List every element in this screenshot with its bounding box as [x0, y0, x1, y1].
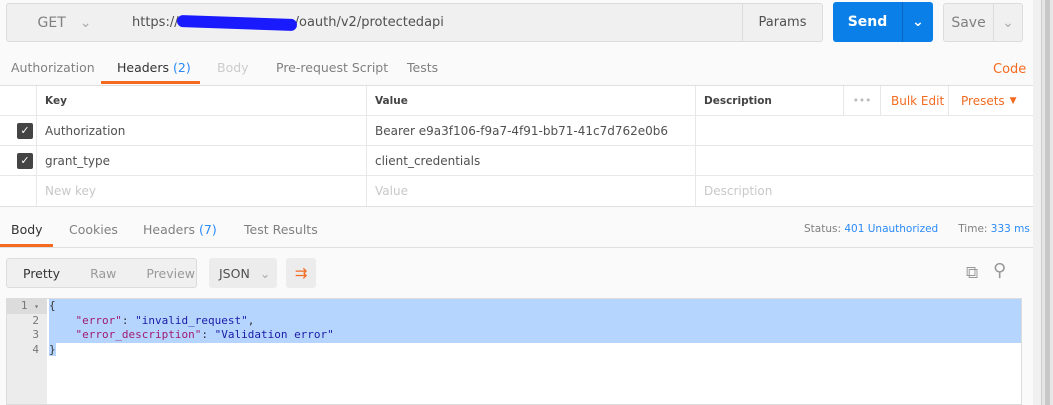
scrollbar-thumb[interactable]	[1045, 0, 1050, 405]
tab-headers[interactable]: Headers (2)	[117, 60, 191, 75]
time-value: 333 ms	[990, 223, 1030, 235]
copy-icon[interactable]: ⧉	[966, 263, 978, 283]
row-checkbox[interactable]: ✓	[17, 122, 33, 139]
pretty-button[interactable]: Pretty	[23, 266, 60, 281]
status-label: Status:	[804, 223, 841, 235]
table-row: ✓ grant_type client_credentials	[0, 146, 1033, 176]
url-prefix: https://	[132, 15, 179, 30]
send-label: Send	[847, 14, 888, 30]
url-input[interactable]: https:// /oauth/v2/protectedapi	[122, 3, 743, 42]
send-button[interactable]: Send ⌄	[833, 2, 933, 42]
caret-down-icon: ▼	[1009, 95, 1017, 106]
code-link[interactable]: Code	[993, 62, 1026, 77]
format-label: JSON	[219, 265, 250, 281]
bulk-edit-button[interactable]: Bulk Edit	[880, 86, 948, 115]
line-number: 1 ▾	[7, 299, 47, 314]
column-key: Key	[36, 86, 366, 115]
more-options-icon[interactable]: •••	[843, 86, 880, 115]
chevron-down-icon: ⌄	[259, 265, 271, 281]
response-tab-cookies[interactable]: Cookies	[69, 222, 118, 237]
value-cell[interactable]: Bearer e9a3f106-f9a7-4f91-bb71-41c7d762e…	[366, 116, 695, 145]
tab-label: Headers	[143, 222, 196, 237]
table-row-new: New key Value Description	[0, 176, 1033, 206]
headers-table: Key Value Description ••• Bulk Edit Pres…	[0, 85, 1033, 207]
chevron-down-icon: ⌄	[79, 14, 92, 31]
save-button[interactable]: Save ⌄	[943, 3, 1023, 42]
code-line: "error": "invalid_request",	[49, 313, 1021, 328]
scrollbar[interactable]	[1041, 0, 1053, 405]
response-tab-headers[interactable]: Headers (7)	[143, 222, 217, 237]
tab-label: Headers	[117, 60, 170, 75]
code-line: {	[49, 299, 1021, 314]
send-dropdown-chevron-icon[interactable]: ⌄	[902, 2, 933, 42]
divider	[0, 247, 1033, 248]
time-label: Time:	[958, 223, 988, 235]
search-icon[interactable]: ⚲	[993, 260, 1006, 281]
method-label: GET	[37, 14, 66, 31]
key-cell[interactable]: Authorization	[36, 116, 366, 145]
column-description: Description	[695, 86, 843, 115]
line-gutter: 1 ▾ 2 3 4	[7, 299, 47, 404]
tab-body[interactable]: Body	[217, 60, 249, 75]
raw-button[interactable]: Raw	[90, 266, 116, 281]
wrap-lines-icon[interactable]: ⇉	[286, 258, 316, 288]
url-suffix: /oauth/v2/protectedapi	[294, 15, 444, 30]
params-button[interactable]: Params	[742, 3, 823, 42]
code-line: "error_description": "Validation error"	[49, 328, 1021, 343]
save-dropdown-chevron-icon[interactable]: ⌄	[993, 4, 1022, 41]
redaction-scribble	[176, 14, 297, 31]
response-body-editor[interactable]: 1 ▾ 2 3 4 { "error": "invalid_request", …	[6, 298, 1022, 405]
active-response-tab-indicator	[0, 244, 53, 247]
presets-label: Presets	[961, 93, 1005, 108]
row-checkbox[interactable]: ✓	[17, 152, 33, 169]
new-description-input[interactable]: Description	[695, 176, 1033, 206]
panel-border	[1033, 0, 1041, 405]
format-select[interactable]: JSON ⌄	[209, 258, 277, 288]
value-cell[interactable]: client_credentials	[366, 146, 695, 175]
code-area: { "error": "invalid_request", "error_des…	[49, 299, 1021, 357]
line-number: 3	[32, 328, 39, 341]
presets-button[interactable]: Presets ▼	[948, 86, 1033, 115]
key-cell[interactable]: grant_type	[36, 146, 366, 175]
line-number: 2	[32, 313, 39, 327]
view-mode-group: Pretty Raw Preview	[6, 258, 197, 288]
fold-caret-icon[interactable]: ▾	[34, 302, 39, 311]
response-tab-test-results[interactable]: Test Results	[244, 222, 318, 237]
new-value-input[interactable]: Value	[366, 176, 695, 206]
description-cell[interactable]	[695, 116, 1033, 145]
description-cell[interactable]	[695, 146, 1033, 175]
response-tab-body[interactable]: Body	[11, 222, 43, 237]
response-status: Status: 401 Unauthorized Time: 333 ms	[804, 223, 1030, 235]
headers-count: (2)	[173, 60, 191, 75]
save-label: Save	[951, 14, 986, 31]
method-select[interactable]: GET ⌄	[6, 3, 123, 42]
new-key-input[interactable]: New key	[36, 176, 366, 206]
status-value: 401 Unauthorized	[844, 223, 939, 235]
response-headers-count: (7)	[199, 222, 217, 237]
preview-button[interactable]: Preview	[146, 266, 195, 281]
line-number: 4	[32, 342, 39, 356]
active-tab-indicator	[101, 81, 200, 84]
tab-tests[interactable]: Tests	[407, 60, 438, 75]
tab-authorization[interactable]: Authorization	[11, 60, 95, 75]
table-header: Key Value Description ••• Bulk Edit Pres…	[0, 86, 1033, 116]
code-line: }	[49, 342, 56, 356]
table-row: ✓ Authorization Bearer e9a3f106-f9a7-4f9…	[0, 116, 1033, 146]
tab-pre-request-script[interactable]: Pre-request Script	[276, 60, 388, 75]
column-value: Value	[366, 86, 695, 115]
